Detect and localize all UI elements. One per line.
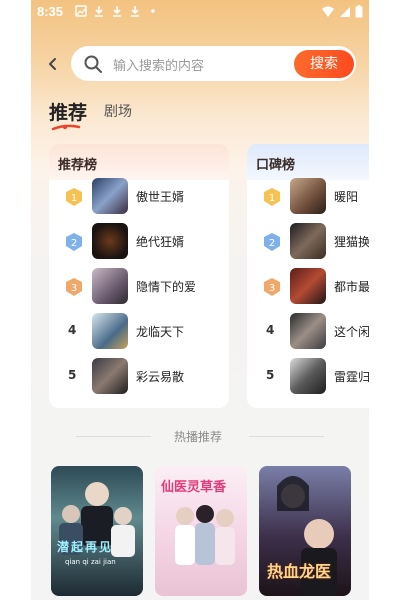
svg-text:1: 1 <box>71 193 77 204</box>
signal-icon <box>340 6 350 17</box>
svg-text:2: 2 <box>269 238 275 249</box>
cover-thumbnail <box>92 178 128 214</box>
drama-title: 隐情下的爱 <box>136 280 197 294</box>
drama-title: 龙临天下 <box>136 325 185 339</box>
cover-thumbnail <box>290 313 326 349</box>
drama-title: 傲世王婿 <box>136 190 185 204</box>
divider-line <box>76 436 151 437</box>
cover-thumbnail <box>290 358 326 394</box>
drama-title: 彩云易散 <box>136 370 185 384</box>
poster-subtitle: qian qi zai jian <box>65 558 116 566</box>
rank-badge-3: 3 <box>66 278 82 296</box>
rank-card-reputation: 口碑榜 1 暖阳 2 狸猫换 3 都市最 4 这个闲 5 雷霆归 <box>247 144 369 408</box>
wifi-icon <box>322 6 334 17</box>
list-item[interactable]: 2 绝代狂婿 <box>49 221 229 261</box>
cover-thumbnail <box>290 223 326 259</box>
list-item[interactable]: 4 龙临天下 <box>49 311 229 351</box>
rank-badge-3: 3 <box>264 278 280 296</box>
rank-badge-1: 1 <box>264 188 280 206</box>
cover-thumbnail <box>92 358 128 394</box>
list-item[interactable]: 1 暖阳 <box>247 176 369 216</box>
list-item[interactable]: 5 彩云易散 <box>49 356 229 396</box>
back-icon[interactable] <box>45 56 61 72</box>
notification-icons <box>75 5 159 17</box>
card-title: 推荐榜 <box>58 158 98 173</box>
rank-badge-2: 2 <box>264 233 280 251</box>
poster-title: 仙医灵草香 <box>161 480 227 495</box>
poster-title: 潜起再见 <box>57 540 114 554</box>
list-item[interactable]: 3 都市最 <box>247 266 369 306</box>
list-item[interactable]: 1 傲世王婿 <box>49 176 229 216</box>
list-item[interactable]: 5 雷霆归 <box>247 356 369 396</box>
battery-icon <box>355 5 363 18</box>
poster-card[interactable]: 潜起再见 qian qi zai jian <box>51 466 143 596</box>
list-item[interactable]: 3 隐情下的爱 <box>49 266 229 306</box>
svg-text:2: 2 <box>71 238 77 249</box>
drama-title: 狸猫换 <box>334 235 369 249</box>
tab-theater[interactable]: 剧场 <box>104 101 132 121</box>
rank-number: 4 <box>266 323 275 337</box>
tab-indicator <box>51 124 81 131</box>
cover-thumbnail <box>290 178 326 214</box>
cover-thumbnail <box>92 268 128 304</box>
rank-badge-1: 1 <box>66 188 82 206</box>
tab-recommend[interactable]: 推荐 <box>49 98 87 125</box>
download-icon <box>95 6 103 17</box>
drama-title: 这个闲 <box>334 325 369 339</box>
status-time: 8:35 <box>37 4 64 19</box>
poster-title: 热血龙医 <box>267 562 332 581</box>
poster-card[interactable]: 热血龙医 <box>259 466 351 596</box>
system-icons <box>321 5 363 18</box>
rank-number: 5 <box>68 368 77 382</box>
svg-text:3: 3 <box>71 283 77 294</box>
card-title: 口碑榜 <box>256 158 296 173</box>
dot-icon <box>151 9 155 13</box>
drama-title: 都市最 <box>334 280 369 294</box>
download-icon <box>131 6 139 17</box>
list-item[interactable]: 2 狸猫换 <box>247 221 369 261</box>
rank-badge-2: 2 <box>66 233 82 251</box>
section-title: 热播推荐 <box>174 430 223 444</box>
search-button[interactable]: 搜索 <box>294 50 354 78</box>
list-item[interactable]: 4 这个闲 <box>247 311 369 351</box>
search-icon <box>84 55 102 73</box>
drama-title: 雷霆归 <box>334 370 369 384</box>
poster-art <box>59 482 135 557</box>
cover-thumbnail <box>92 313 128 349</box>
rank-number: 4 <box>68 323 77 337</box>
svg-text:3: 3 <box>269 283 275 294</box>
rank-number: 5 <box>266 368 275 382</box>
drama-title: 绝代狂婿 <box>136 235 185 249</box>
cover-thumbnail <box>92 223 128 259</box>
app-screen: 8:35 输入搜索的内容 × 搜索 推荐 剧场 <box>31 0 369 600</box>
search-input[interactable]: 输入搜索的内容 <box>113 55 204 74</box>
poster-card[interactable]: 仙医灵草香 <box>155 466 247 596</box>
download-icon <box>113 6 121 17</box>
status-bar: 8:35 <box>31 0 369 26</box>
divider-line <box>249 436 324 437</box>
cover-thumbnail <box>290 268 326 304</box>
rank-card-recommend: 推荐榜 1 傲世王婿 2 绝代狂婿 3 隐情下的爱 4 龙临天下 5 彩云易散 <box>49 144 229 408</box>
drama-title: 暖阳 <box>334 190 359 204</box>
gallery-icon <box>75 5 87 17</box>
svg-text:1: 1 <box>269 193 275 204</box>
